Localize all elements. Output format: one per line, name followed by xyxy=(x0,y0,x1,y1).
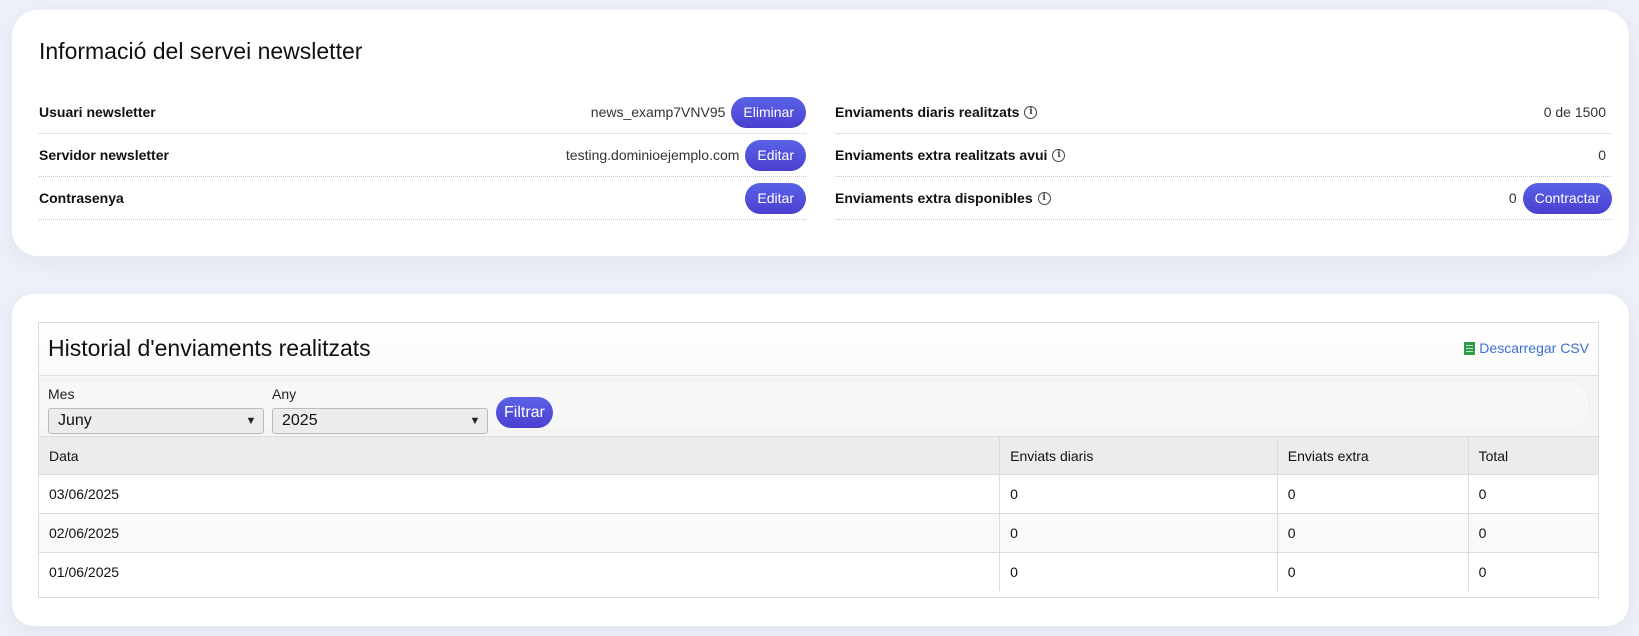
row-extra-sends-today: Enviaments extra realitzats avui i 0 xyxy=(835,134,1612,177)
year-label: Any xyxy=(272,386,297,402)
chevron-down-icon: ▼ xyxy=(245,415,257,427)
download-csv-label: Descarregar CSV xyxy=(1479,340,1589,356)
info-circle-icon[interactable]: i xyxy=(1052,148,1066,162)
extra-sends-today-value: 0 xyxy=(1598,147,1606,163)
download-csv-link[interactable]: Descarregar CSV xyxy=(1464,340,1589,356)
cell-daily-sent: 0 xyxy=(999,513,1278,553)
cell-daily-sent: 0 xyxy=(999,552,1278,591)
row-daily-sends: Enviaments diaris realitzats i 0 de 1500 xyxy=(835,91,1612,134)
row-label: Servidor newsletter xyxy=(39,147,169,163)
year-select-value: 2025 xyxy=(282,412,318,429)
spreadsheet-icon xyxy=(1464,341,1476,355)
table-row: 02/06/2025 0 0 0 xyxy=(39,513,1598,553)
newsletter-server-value: testing.dominioejemplo.com xyxy=(565,147,740,163)
history-panel: Historial d'enviaments realitzats Descar… xyxy=(38,322,1599,598)
row-label: Enviaments diaris realitzats xyxy=(835,104,1020,120)
cell-total: 0 xyxy=(1468,474,1598,514)
history-table: Data Enviats diaris Enviats extra Total … xyxy=(39,437,1598,591)
year-filter: Any 2025 ▼ xyxy=(272,386,488,434)
cell-daily-sent: 0 xyxy=(999,474,1278,514)
row-extra-sends-available: Enviaments extra disponibles i 0 Contrac… xyxy=(835,177,1612,220)
cell-extra-sent: 0 xyxy=(1277,474,1469,514)
daily-sends-value: 0 de 1500 xyxy=(1543,104,1606,120)
edit-server-button[interactable]: Editar xyxy=(745,139,806,171)
month-label: Mes xyxy=(48,386,75,402)
cell-total: 0 xyxy=(1468,513,1598,553)
filter-button[interactable]: Filtrar xyxy=(496,397,553,428)
row-label: Enviaments extra realitzats avui xyxy=(835,147,1048,163)
row-label: Enviaments extra disponibles xyxy=(835,190,1033,206)
chevron-down-icon: ▼ xyxy=(469,415,481,427)
row-newsletter-user: Usuari newsletter news_examp7VNV95 Elimi… xyxy=(39,91,806,134)
cell-extra-sent: 0 xyxy=(1277,513,1469,553)
row-password: Contrasenya Editar xyxy=(39,177,806,220)
newsletter-user-value: news_examp7VNV95 xyxy=(590,104,726,120)
column-header-date: Data xyxy=(39,437,1001,475)
contract-button[interactable]: Contractar xyxy=(1522,182,1612,214)
column-header-total: Total xyxy=(1468,437,1598,475)
cell-date: 03/06/2025 xyxy=(39,474,1001,514)
service-info-card: Informació del servei newsletter Usuari … xyxy=(12,10,1629,256)
filter-bar: Mes Juny ▼ Any 2025 ▼ Filtrar xyxy=(39,376,1598,437)
history-card: Historial d'enviaments realitzats Descar… xyxy=(12,294,1629,626)
row-label: Usuari newsletter xyxy=(39,104,156,120)
cell-extra-sent: 0 xyxy=(1277,552,1469,591)
row-newsletter-server: Servidor newsletter testing.dominioejemp… xyxy=(39,134,806,177)
year-select[interactable]: 2025 ▼ xyxy=(272,408,488,434)
column-header-extra-sent: Enviats extra xyxy=(1277,437,1469,475)
extra-sends-available-value: 0 xyxy=(1508,190,1517,206)
row-label: Contrasenya xyxy=(39,190,124,206)
delete-user-button[interactable]: Eliminar xyxy=(731,96,806,128)
info-circle-icon[interactable]: i xyxy=(1024,105,1038,119)
history-title: Historial d'enviaments realitzats xyxy=(48,335,371,361)
table-header-row: Data Enviats diaris Enviats extra Total xyxy=(39,437,1598,475)
service-info-title: Informació del servei newsletter xyxy=(39,38,363,64)
edit-password-button[interactable]: Editar xyxy=(745,182,806,214)
cell-date: 01/06/2025 xyxy=(39,552,1001,591)
cell-total: 0 xyxy=(1478,564,1487,580)
table-row: 01/06/2025 0 0 0 xyxy=(39,552,1598,591)
cell-date: 02/06/2025 xyxy=(39,513,1001,553)
column-header-daily-sent: Enviats diaris xyxy=(999,437,1278,475)
month-filter: Mes Juny ▼ xyxy=(48,386,264,434)
info-circle-icon[interactable]: i xyxy=(1037,191,1051,205)
month-select[interactable]: Juny ▼ xyxy=(48,408,264,434)
history-header: Historial d'enviaments realitzats Descar… xyxy=(39,323,1598,376)
month-select-value: Juny xyxy=(58,412,92,429)
table-row: 03/06/2025 0 0 0 xyxy=(39,474,1598,514)
